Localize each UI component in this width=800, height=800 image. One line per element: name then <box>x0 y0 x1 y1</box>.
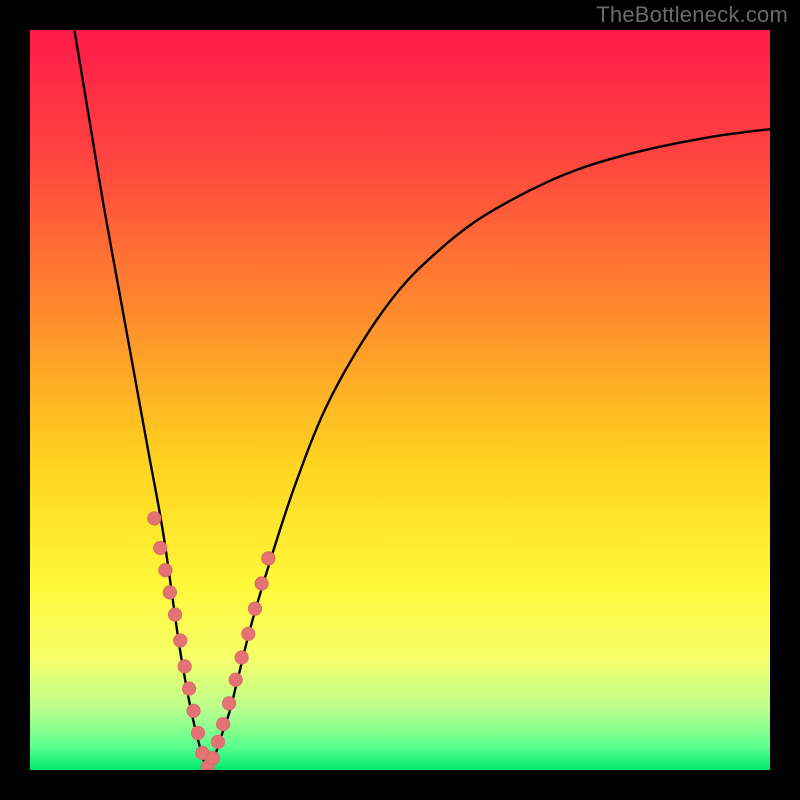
highlight-dot <box>148 512 161 525</box>
plot-area <box>30 30 770 770</box>
highlight-dot <box>183 682 196 695</box>
highlight-dot <box>229 673 242 686</box>
highlight-dot <box>217 718 230 731</box>
highlight-dot <box>154 541 167 554</box>
highlight-dot <box>168 608 181 621</box>
highlight-dot <box>211 735 224 748</box>
highlight-dot <box>174 634 187 647</box>
highlight-dot <box>248 602 261 615</box>
highlight-dot <box>222 697 235 710</box>
highlight-dot <box>206 752 219 765</box>
highlight-dot <box>178 660 191 673</box>
highlight-dot <box>242 627 255 640</box>
highlight-dot <box>235 651 248 664</box>
outer-frame: TheBottleneck.com <box>0 0 800 800</box>
highlight-dot <box>187 704 200 717</box>
highlight-dot <box>255 577 268 590</box>
highlight-dot <box>262 552 275 565</box>
highlight-dot <box>163 586 176 599</box>
highlight-dot <box>191 726 204 739</box>
highlight-dot <box>159 564 172 577</box>
watermark-text: TheBottleneck.com <box>596 2 788 28</box>
gradient-rect <box>30 30 770 770</box>
chart-svg <box>30 30 770 770</box>
